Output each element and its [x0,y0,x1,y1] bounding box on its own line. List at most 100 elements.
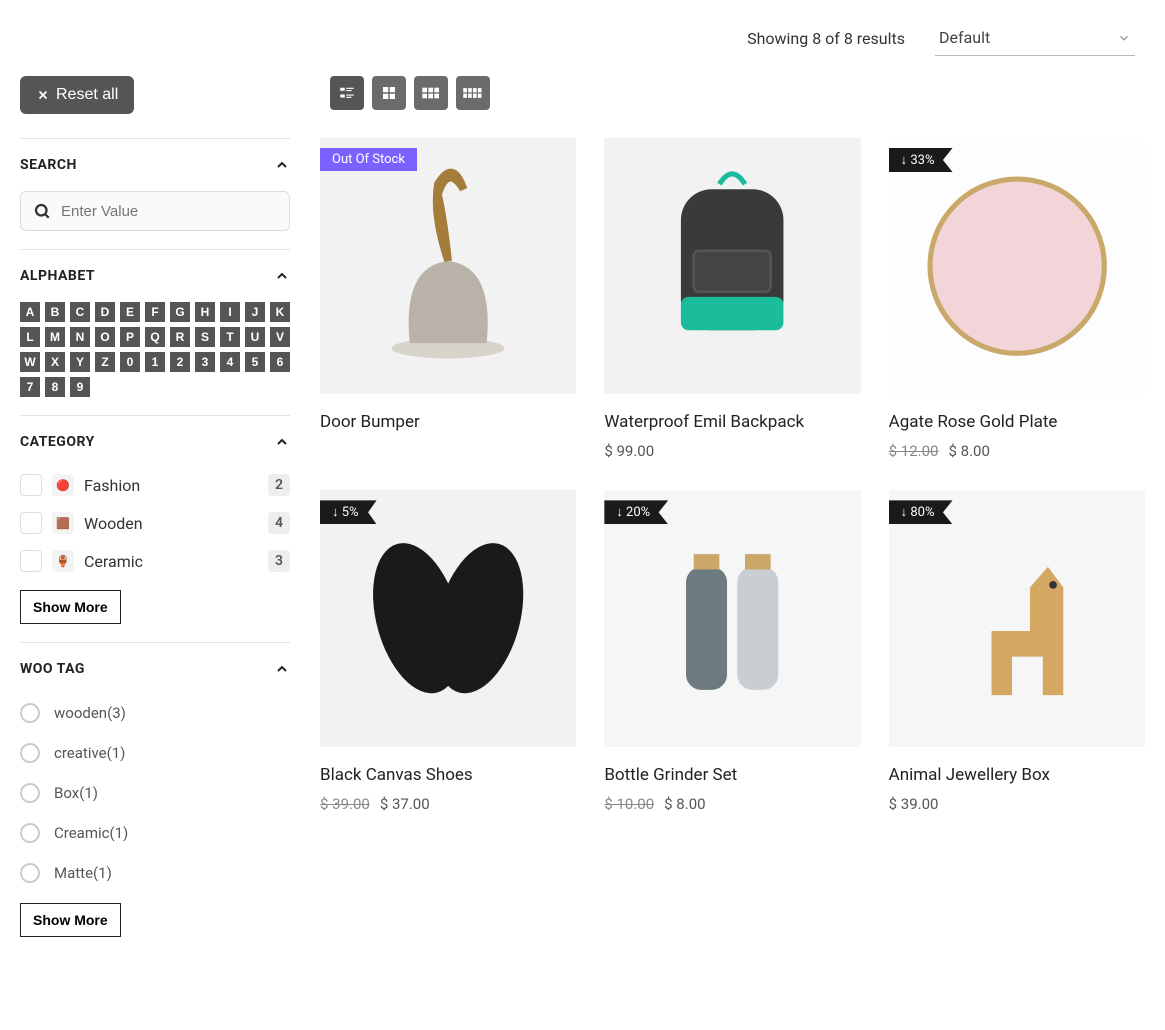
alphabet-key-O[interactable]: O [95,327,115,347]
product-price: $ 10.00$ 8.00 [604,795,860,813]
radio[interactable] [20,783,40,803]
alphabet-key-T[interactable]: T [220,327,240,347]
view-grid4-button[interactable] [456,76,490,110]
alphabet-key-5[interactable]: 5 [245,352,265,372]
search-input[interactable] [61,203,277,220]
product-title[interactable]: Black Canvas Shoes [320,765,576,785]
category-label: Wooden [84,514,258,533]
alphabet-key-P[interactable]: P [120,327,140,347]
category-show-more-button[interactable]: Show More [20,590,121,624]
product-card[interactable]: ↓ 5% Black Canvas Shoes $ 39.00$ 37.00 [320,490,576,812]
alphabet-key-0[interactable]: 0 [120,352,140,372]
view-grid3-button[interactable] [414,76,448,110]
tag-show-more-button[interactable]: Show More [20,903,121,937]
alphabet-key-X[interactable]: X [45,352,65,372]
price-current: $ 99.00 [604,442,654,460]
alphabet-key-R[interactable]: R [170,327,190,347]
product-card[interactable]: ↓ 20% Bottle Grinder Set $ 10.00$ 8.00 [604,490,860,812]
category-item[interactable]: 🏺 Ceramic 3 [20,542,290,580]
filter-search-header[interactable]: SEARCH [20,157,290,173]
alphabet-key-Q[interactable]: Q [145,327,165,347]
alphabet-key-4[interactable]: 4 [220,352,240,372]
product-main: Out Of Stock Door Bumper Waterproof Emil B… [320,76,1145,955]
product-image[interactable] [604,138,860,394]
product-price: $ 39.00 [889,795,1145,813]
product-card[interactable]: ↓ 33%Agate Rose Gold Plate$ 12.00$ 8.00 [889,138,1145,460]
product-image[interactable]: ↓ 80% [889,490,1145,746]
tag-item[interactable]: Box(1) [20,773,290,813]
radio[interactable] [20,863,40,883]
radio[interactable] [20,703,40,723]
checkbox[interactable] [20,474,42,496]
view-grid2-button[interactable] [372,76,406,110]
alphabet-key-G[interactable]: G [170,302,190,322]
chevron-up-icon [274,434,290,450]
alphabet-key-1[interactable]: 1 [145,352,165,372]
alphabet-key-9[interactable]: 9 [70,377,90,397]
product-price: $ 39.00$ 37.00 [320,795,576,813]
alphabet-key-A[interactable]: A [20,302,40,322]
alphabet-key-8[interactable]: 8 [45,377,65,397]
view-list-button[interactable] [330,76,364,110]
alphabet-key-Z[interactable]: Z [95,352,115,372]
product-image[interactable]: Out Of Stock [320,138,576,394]
category-count: 4 [268,512,290,534]
category-label: Ceramic [84,552,258,571]
alphabet-key-M[interactable]: M [45,327,65,347]
filter-tag-header[interactable]: WOO TAG [20,661,290,677]
product-image[interactable]: ↓ 20% [604,490,860,746]
filter-alphabet-title: ALPHABET [20,268,95,284]
category-item[interactable]: 🟫Wooden4 [20,504,290,542]
product-title[interactable]: Door Bumper [320,412,576,432]
alphabet-key-S[interactable]: S [195,327,215,347]
tag-item[interactable]: Matte(1) [20,853,290,893]
product-image[interactable]: ↓ 5% [320,490,576,746]
tag-item[interactable]: Creamic(1) [20,813,290,853]
alphabet-key-V[interactable]: V [270,327,290,347]
alphabet-key-U[interactable]: U [245,327,265,347]
product-title[interactable]: Animal Jewellery Box [889,765,1145,785]
alphabet-key-I[interactable]: I [220,302,240,322]
product-title[interactable]: Bottle Grinder Set [604,765,860,785]
filter-alphabet-header[interactable]: ALPHABET [20,268,290,284]
alphabet-key-6[interactable]: 6 [270,352,290,372]
product-card[interactable]: ↓ 80% Animal Jewellery Box $ 39.00 [889,490,1145,812]
category-item[interactable]: 🔴Fashion2 [20,466,290,504]
radio[interactable] [20,823,40,843]
checkbox[interactable] [20,550,42,572]
alphabet-key-3[interactable]: 3 [195,352,215,372]
filter-category-header[interactable]: CATEGORY [20,434,290,450]
alphabet-key-Y[interactable]: Y [70,352,90,372]
category-count: 3 [268,550,290,572]
filter-search-title: SEARCH [20,157,77,173]
alphabet-key-7[interactable]: 7 [20,377,40,397]
alphabet-key-2[interactable]: 2 [170,352,190,372]
alphabet-key-K[interactable]: K [270,302,290,322]
product-title[interactable]: Agate Rose Gold Plate [889,412,1145,432]
reset-all-button[interactable]: Reset all [20,76,134,114]
product-card[interactable]: Out Of Stock Door Bumper [320,138,576,460]
alphabet-key-J[interactable]: J [245,302,265,322]
tag-item[interactable]: creative(1) [20,733,290,773]
alphabet-key-W[interactable]: W [20,352,40,372]
price-current: $ 8.00 [948,442,989,460]
alphabet-key-N[interactable]: N [70,327,90,347]
alphabet-key-L[interactable]: L [20,327,40,347]
alphabet-key-F[interactable]: F [145,302,165,322]
product-image[interactable]: ↓ 33% [889,138,1145,394]
product-card[interactable]: Waterproof Emil Backpack $ 99.00 [604,138,860,460]
radio[interactable] [20,743,40,763]
tag-item[interactable]: wooden(3) [20,693,290,733]
search-box[interactable] [20,191,290,231]
alphabet-key-E[interactable]: E [120,302,140,322]
alphabet-key-C[interactable]: C [70,302,90,322]
alphabet-key-H[interactable]: H [195,302,215,322]
checkbox[interactable] [20,512,42,534]
sort-dropdown[interactable]: Default [935,20,1135,56]
category-icon: 🏺 [52,550,74,572]
alphabet-key-B[interactable]: B [45,302,65,322]
alphabet-key-D[interactable]: D [95,302,115,322]
product-title[interactable]: Waterproof Emil Backpack [604,412,860,432]
close-icon [36,88,50,102]
out-of-stock-badge: Out Of Stock [320,148,417,171]
